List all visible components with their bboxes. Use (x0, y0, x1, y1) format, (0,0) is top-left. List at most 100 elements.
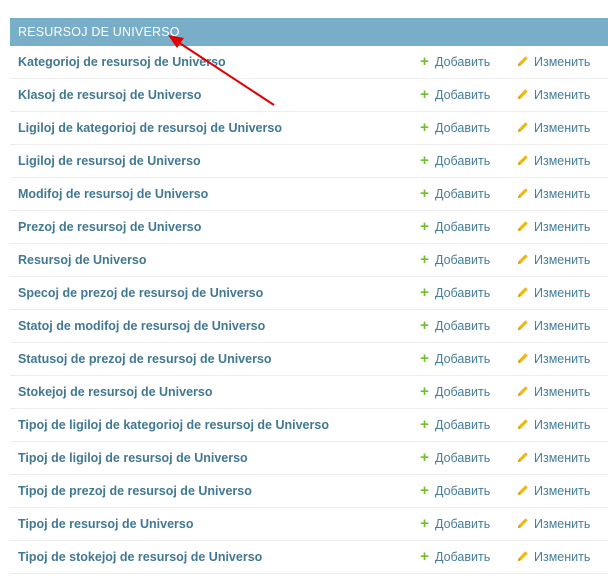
change-link[interactable]: Изменить (517, 178, 590, 210)
change-label: Изменить (534, 385, 591, 399)
change-link[interactable]: Изменить (517, 112, 590, 144)
model-link[interactable]: Specoj de prezoj de resursoj de Universo (18, 277, 263, 309)
change-link[interactable]: Изменить (517, 310, 590, 342)
add-label: Добавить (435, 154, 491, 168)
pencil-icon (517, 509, 529, 528)
add-link[interactable]: + Добавить (419, 442, 490, 474)
plus-icon: + (420, 251, 429, 268)
model-link[interactable]: Kategorioj de resursoj de Universo (18, 46, 226, 78)
add-link[interactable]: + Добавить (419, 541, 490, 573)
table-row: Tipoj de ligiloj de resursoj de Universo… (10, 442, 608, 475)
plus-icon: + (420, 86, 429, 103)
model-link[interactable]: Ligiloj de kategorioj de resursoj de Uni… (18, 112, 282, 144)
add-link[interactable]: + Добавить (419, 508, 490, 540)
change-link[interactable]: Изменить (517, 145, 590, 177)
pencil-icon (517, 542, 529, 561)
table-row: Specoj de prezoj de resursoj de Universo… (10, 277, 608, 310)
add-link[interactable]: + Добавить (419, 475, 490, 507)
model-link[interactable]: Resursoj de Universo (18, 244, 147, 276)
change-link[interactable]: Изменить (517, 277, 590, 309)
change-link[interactable]: Изменить (517, 376, 590, 408)
pencil-icon (517, 278, 529, 297)
change-link[interactable]: Изменить (517, 475, 590, 507)
change-link[interactable]: Изменить (517, 541, 590, 573)
pencil-icon (517, 410, 529, 429)
pencil-icon (517, 212, 529, 231)
add-link[interactable]: + Добавить (419, 310, 490, 342)
change-link[interactable]: Изменить (517, 508, 590, 540)
model-link[interactable]: Ligiloj de resursoj de Universo (18, 145, 201, 177)
model-link[interactable]: Klasoj de resursoj de Universo (18, 79, 201, 111)
table-row: Statusoj de prezoj de resursoj de Univer… (10, 343, 608, 376)
pencil-icon (517, 443, 529, 462)
model-link[interactable]: Tipoj de stokejoj de resursoj de Univers… (18, 541, 262, 573)
add-label: Добавить (435, 88, 491, 102)
change-label: Изменить (534, 451, 591, 465)
pencil-icon (517, 377, 529, 396)
add-link[interactable]: + Добавить (419, 178, 490, 210)
plus-icon: + (420, 350, 429, 367)
plus-icon: + (420, 185, 429, 202)
add-link[interactable]: + Добавить (419, 343, 490, 375)
add-link[interactable]: + Добавить (419, 145, 490, 177)
change-link[interactable]: Изменить (517, 442, 590, 474)
model-link[interactable]: Statoj de modifoj de resursoj de Univers… (18, 310, 265, 342)
model-link[interactable]: Tipoj de prezoj de resursoj de Universo (18, 475, 252, 507)
add-link[interactable]: + Добавить (419, 244, 490, 276)
add-link[interactable]: + Добавить (419, 46, 490, 78)
add-label: Добавить (435, 220, 491, 234)
change-label: Изменить (534, 319, 591, 333)
change-link[interactable]: Изменить (517, 244, 590, 276)
add-label: Добавить (435, 253, 491, 267)
add-link[interactable]: + Добавить (419, 409, 490, 441)
change-label: Изменить (534, 352, 591, 366)
change-label: Изменить (534, 517, 591, 531)
change-label: Изменить (534, 253, 591, 267)
add-link[interactable]: + Добавить (419, 211, 490, 243)
change-link[interactable]: Изменить (517, 79, 590, 111)
table-row: Klasoj de resursoj de Universo + Добавить И… (10, 79, 608, 112)
add-label: Добавить (435, 286, 491, 300)
add-label: Добавить (435, 484, 491, 498)
add-link[interactable]: + Добавить (419, 277, 490, 309)
change-link[interactable]: Изменить (517, 46, 590, 78)
change-link[interactable]: Изменить (517, 211, 590, 243)
table-row: Statoj de modifoj de resursoj de Univers… (10, 310, 608, 343)
add-label: Добавить (435, 385, 491, 399)
model-link[interactable]: Tipoj de ligiloj de kategorioj de resurs… (18, 409, 329, 441)
add-label: Добавить (435, 451, 491, 465)
add-label: Добавить (435, 352, 491, 366)
pencil-icon (517, 47, 529, 66)
module-caption[interactable]: RESURSOJ DE UNIVERSO (10, 18, 608, 46)
add-label: Добавить (435, 550, 491, 564)
add-label: Добавить (435, 517, 491, 531)
model-link[interactable]: Prezoj de resursoj de Universo (18, 211, 201, 243)
change-label: Изменить (534, 286, 591, 300)
plus-icon: + (420, 449, 429, 466)
table-row: Ligiloj de kategorioj de resursoj de Uni… (10, 112, 608, 145)
model-link[interactable]: Tipoj de resursoj de Universo (18, 508, 194, 540)
model-link[interactable]: Tipoj de ligiloj de resursoj de Universo (18, 442, 248, 474)
change-link[interactable]: Изменить (517, 409, 590, 441)
add-link[interactable]: + Добавить (419, 79, 490, 111)
table-row: Prezoj de resursoj de Universo + Добавить И… (10, 211, 608, 244)
model-link[interactable]: Stokejoj de resursoj de Universo (18, 376, 213, 408)
change-label: Изменить (534, 154, 591, 168)
plus-icon: + (420, 284, 429, 301)
app-module-resursoj: RESURSOJ DE UNIVERSO Kategorioj de resur… (10, 18, 608, 574)
change-label: Изменить (534, 187, 591, 201)
add-label: Добавить (435, 55, 491, 69)
change-label: Изменить (534, 121, 591, 135)
pencil-icon (517, 344, 529, 363)
change-link[interactable]: Изменить (517, 343, 590, 375)
plus-icon: + (420, 482, 429, 499)
model-link[interactable]: Modifoj de resursoj de Universo (18, 178, 208, 210)
change-label: Изменить (534, 220, 591, 234)
table-row: Tipoj de ligiloj de kategorioj de resurs… (10, 409, 608, 442)
table-row: Tipoj de stokejoj de resursoj de Univers… (10, 541, 608, 574)
table-row: Modifoj de resursoj de Universo + Добавить… (10, 178, 608, 211)
add-link[interactable]: + Добавить (419, 376, 490, 408)
add-link[interactable]: + Добавить (419, 112, 490, 144)
plus-icon: + (420, 218, 429, 235)
model-link[interactable]: Statusoj de prezoj de resursoj de Univer… (18, 343, 272, 375)
